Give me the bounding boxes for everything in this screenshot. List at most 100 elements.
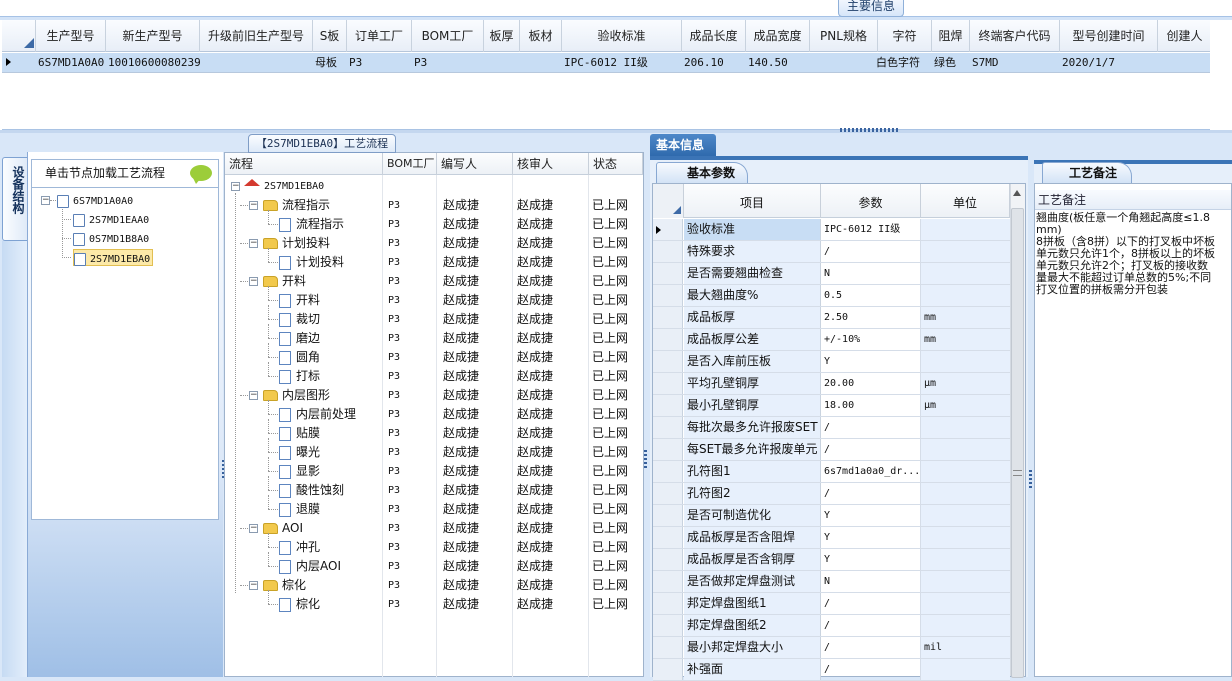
- param-row[interactable]: 最小邦定焊盘大小 / mil: [653, 637, 1010, 659]
- flow-row[interactable]: 内层前处理 P3 赵成捷 赵成捷 已上网: [225, 405, 643, 424]
- main-col-header[interactable]: BOM工厂: [412, 20, 484, 52]
- col-header-writer[interactable]: 编写人: [437, 153, 513, 175]
- flow-collapse-icon[interactable]: −: [249, 581, 258, 590]
- param-row[interactable]: 最大翘曲度% 0.5: [653, 285, 1010, 307]
- flow-root-node[interactable]: 2S7MD1EBA0: [244, 177, 324, 194]
- main-col-header[interactable]: 生产型号: [36, 20, 106, 52]
- tree-root-node[interactable]: 6S7MD1A0A0: [57, 192, 133, 209]
- param-value[interactable]: /: [821, 417, 921, 438]
- flow-row[interactable]: − 内层图形 P3 赵成捷 赵成捷 已上网: [225, 386, 643, 405]
- param-value[interactable]: 0.5: [821, 285, 921, 306]
- flow-row[interactable]: 计划投料 P3 赵成捷 赵成捷 已上网: [225, 253, 643, 272]
- main-row-cell[interactable]: [812, 53, 878, 73]
- flow-collapse-icon[interactable]: −: [249, 239, 258, 248]
- horizontal-splitter[interactable]: [0, 130, 1232, 133]
- param-row[interactable]: 孔符图1 6s7md1a0a0_dr...: [653, 461, 1010, 483]
- right-splitter-grip-icon[interactable]: [1029, 470, 1032, 490]
- flow-row[interactable]: − 计划投料 P3 赵成捷 赵成捷 已上网: [225, 234, 643, 253]
- flow-row[interactable]: 裁切 P3 赵成捷 赵成捷 已上网: [225, 310, 643, 329]
- param-value[interactable]: /: [821, 637, 921, 658]
- tree-node-2S7MD1EAA0[interactable]: 2S7MD1EAA0: [73, 211, 149, 228]
- param-value[interactable]: Y: [821, 505, 921, 526]
- param-row[interactable]: 成品板厚公差 +/-10% mm: [653, 329, 1010, 351]
- flow-collapse-icon[interactable]: −: [249, 201, 258, 210]
- param-row[interactable]: 是否需要翘曲检查 N: [653, 263, 1010, 285]
- param-value[interactable]: Y: [821, 351, 921, 372]
- main-row-cell[interactable]: 206.10: [684, 53, 746, 73]
- main-row-cell[interactable]: S7MD: [972, 53, 1060, 73]
- main-row-cell[interactable]: [486, 53, 520, 73]
- col-header-param[interactable]: 参数: [821, 184, 921, 218]
- flow-row[interactable]: 磨边 P3 赵成捷 赵成捷 已上网: [225, 329, 643, 348]
- param-row[interactable]: 验收标准 IPC-6012 II级: [653, 219, 1010, 241]
- param-row[interactable]: 邦定焊盘图纸1/: [653, 593, 1010, 615]
- param-row[interactable]: 是否入库前压板 Y: [653, 351, 1010, 373]
- param-row[interactable]: 每SET最多允许报废单元 /: [653, 439, 1010, 461]
- main-row-cell[interactable]: [1160, 53, 1212, 73]
- main-row-cell[interactable]: [202, 53, 313, 73]
- flow-row[interactable]: 退膜 P3 赵成捷 赵成捷 已上网: [225, 500, 643, 519]
- param-value[interactable]: Y: [821, 527, 921, 548]
- param-value[interactable]: IPC-6012 II级: [821, 219, 921, 240]
- tab-basic-params[interactable]: 基本参数: [656, 162, 748, 183]
- scroll-thumb[interactable]: [1011, 208, 1024, 678]
- col-header-bom-factory[interactable]: BOM工厂: [383, 153, 437, 175]
- param-value[interactable]: N: [821, 263, 921, 284]
- main-col-header[interactable]: 字符: [878, 20, 932, 52]
- flow-row[interactable]: 流程指示 P3 赵成捷 赵成捷 已上网: [225, 215, 643, 234]
- param-value[interactable]: N: [821, 571, 921, 592]
- main-col-header[interactable]: PNL规格: [810, 20, 878, 52]
- main-col-header[interactable]: 成品长度: [682, 20, 746, 52]
- main-row-cell[interactable]: 6S7MD1A0A0: [38, 53, 106, 73]
- flow-root-collapse-icon[interactable]: −: [231, 182, 240, 191]
- main-col-header[interactable]: 新生产型号: [106, 20, 200, 52]
- flow-collapse-icon[interactable]: −: [249, 524, 258, 533]
- tree-node-2S7MD1EBA0-selected[interactable]: 2S7MD1EBA0: [73, 249, 154, 266]
- param-row[interactable]: 成品板厚是否含阻焊 Y: [653, 527, 1010, 549]
- flow-row[interactable]: 打标 P3 赵成捷 赵成捷 已上网: [225, 367, 643, 386]
- flow-collapse-icon[interactable]: −: [249, 277, 258, 286]
- main-col-header[interactable]: 型号创建时间: [1060, 20, 1158, 52]
- param-row[interactable]: 平均孔壁铜厚 20.00 μm: [653, 373, 1010, 395]
- main-col-header[interactable]: 终端客户代码: [970, 20, 1060, 52]
- main-col-header[interactable]: 阻焊: [932, 20, 970, 52]
- param-row[interactable]: 成品板厚是否含铜厚 Y: [653, 549, 1010, 571]
- flow-row[interactable]: 内层AOI P3 赵成捷 赵成捷 已上网: [225, 557, 643, 576]
- main-grid-row[interactable]: 6S7MD1A0A0 10010600080239 母板 P3 P3 IPC-6012 I…: [2, 53, 1232, 73]
- main-col-header[interactable]: 成品宽度: [746, 20, 810, 52]
- param-value[interactable]: Y: [821, 549, 921, 570]
- main-row-cell[interactable]: 140.50: [748, 53, 810, 73]
- param-row[interactable]: 最小孔壁铜厚 18.00 μm: [653, 395, 1010, 417]
- param-row[interactable]: 邦定焊盘图纸2/: [653, 615, 1010, 637]
- tab-process-notes[interactable]: 工艺备注: [1042, 162, 1132, 183]
- col-header-item[interactable]: 项目: [684, 184, 821, 218]
- main-row-cell[interactable]: IPC-6012 II级: [564, 53, 682, 73]
- main-col-header[interactable]: S板: [313, 20, 347, 52]
- param-value[interactable]: 6s7md1a0a0_dr...: [821, 461, 921, 482]
- main-row-cell[interactable]: P3: [414, 53, 484, 73]
- flow-row[interactable]: 曝光 P3 赵成捷 赵成捷 已上网: [225, 443, 643, 462]
- flow-row[interactable]: 棕化 P3 赵成捷 赵成捷 已上网: [225, 595, 643, 614]
- main-col-header[interactable]: 升级前旧生产型号: [200, 20, 313, 52]
- param-row[interactable]: 每批次最多允许报废SET /: [653, 417, 1010, 439]
- flow-row[interactable]: 开料 P3 赵成捷 赵成捷 已上网: [225, 291, 643, 310]
- col-header-unit[interactable]: 单位: [921, 184, 1010, 218]
- tree-collapse-icon[interactable]: −: [41, 196, 50, 205]
- param-value[interactable]: /: [821, 483, 921, 504]
- col-header-status[interactable]: 状态: [589, 153, 643, 175]
- main-col-header[interactable]: 验收标准: [562, 20, 682, 52]
- param-row[interactable]: 是否做邦定焊盘测试 N: [653, 571, 1010, 593]
- flow-row[interactable]: − 流程指示 P3 赵成捷 赵成捷 已上网: [225, 196, 643, 215]
- equipment-structure-tab[interactable]: 设备结构: [2, 157, 27, 241]
- param-row[interactable]: 孔符图2/: [653, 483, 1010, 505]
- param-value[interactable]: /: [821, 241, 921, 262]
- param-value[interactable]: 2.50: [821, 307, 921, 328]
- flow-row[interactable]: 酸性蚀刻 P3 赵成捷 赵成捷 已上网: [225, 481, 643, 500]
- tree-node-0S7MD1B8A0[interactable]: 0S7MD1B8A0: [73, 230, 149, 247]
- flow-row[interactable]: − 棕化 P3 赵成捷 赵成捷 已上网: [225, 576, 643, 595]
- main-row-cell[interactable]: [522, 53, 562, 73]
- param-value[interactable]: 18.00: [821, 395, 921, 416]
- main-row-cell[interactable]: 母板: [315, 53, 347, 73]
- main-row-cell[interactable]: P3: [349, 53, 412, 73]
- param-value[interactable]: /: [821, 593, 921, 614]
